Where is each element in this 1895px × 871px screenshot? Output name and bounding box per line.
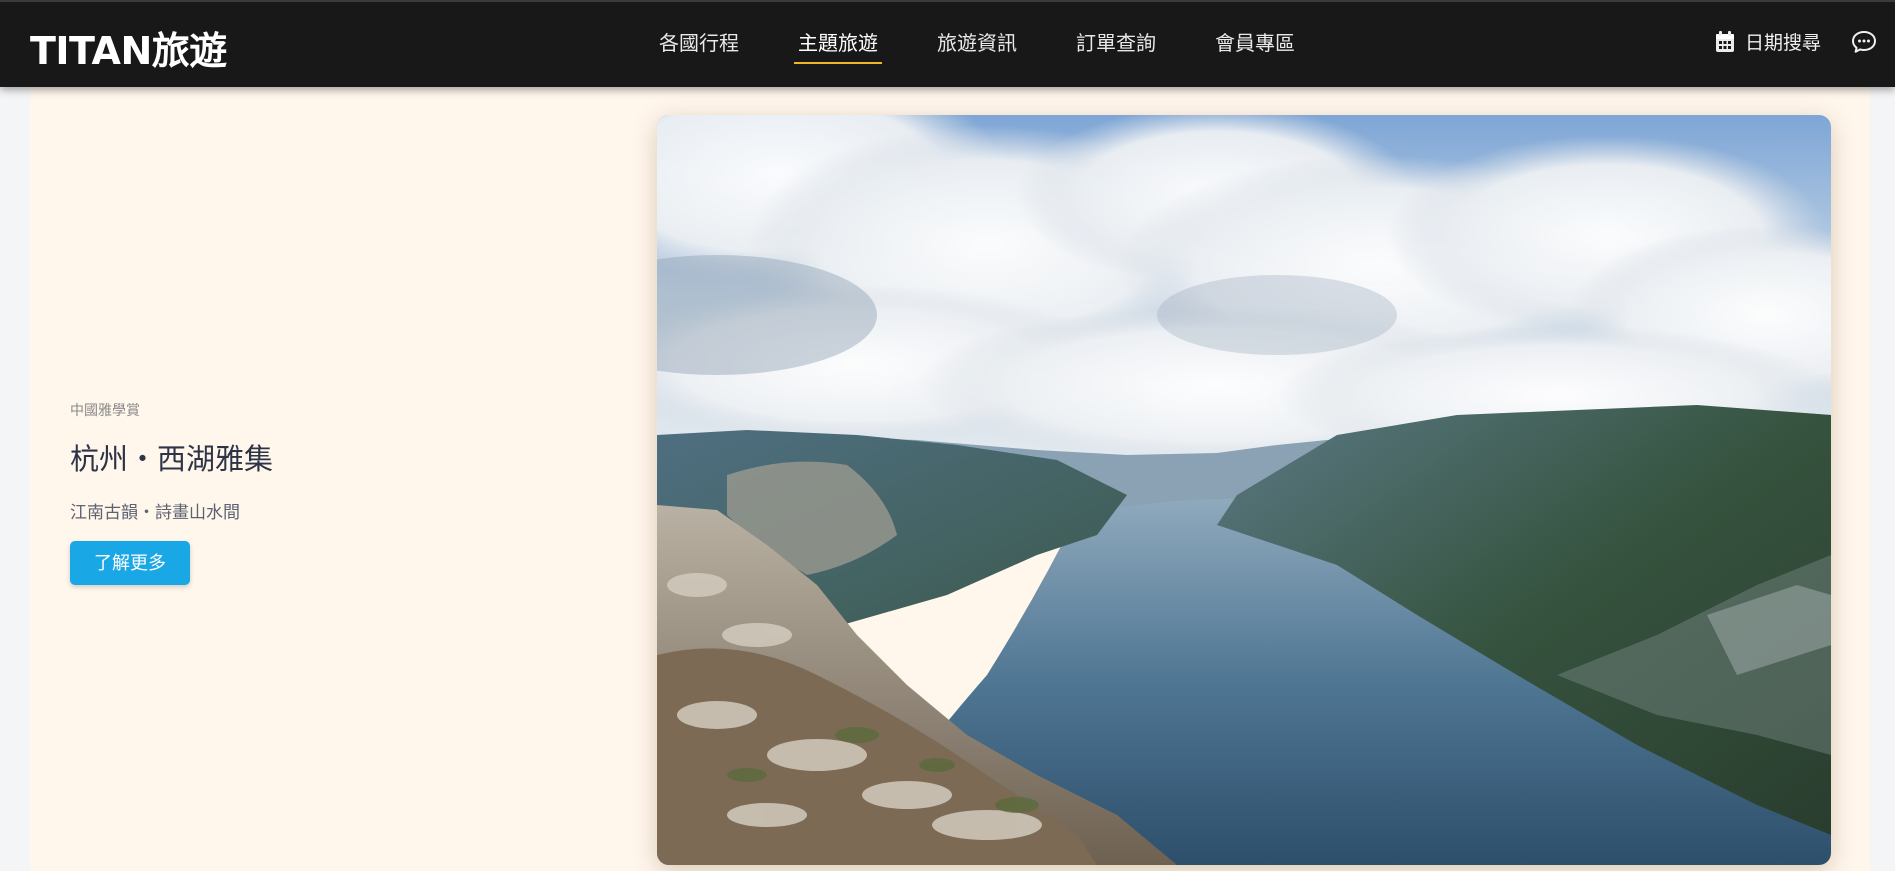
hero-banner: 中國雅學賞 杭州・西湖雅集 江南古韻・詩畫山水間 了解更多 xyxy=(30,87,1870,871)
date-search-label: 日期搜尋 xyxy=(1744,32,1821,54)
hero-eyebrow: 中國雅學賞 xyxy=(70,403,140,419)
hero-text-block: 中國雅學賞 杭州・西湖雅集 江南古韻・詩畫山水間 了解更多 xyxy=(70,400,590,585)
date-search-button[interactable]: 日期搜尋 xyxy=(1715,28,1821,55)
chat-bubble-icon xyxy=(1852,30,1876,53)
nav-item-order-lookup[interactable]: 訂單查詢 xyxy=(1072,26,1160,64)
hero-image[interactable] xyxy=(657,115,1831,865)
fjord-landscape-image xyxy=(657,115,1831,865)
brand-logo[interactable]: TITAN旅遊 xyxy=(30,20,227,75)
nav-item-theme-travel[interactable]: 主題旅遊 xyxy=(794,26,882,64)
nav-item-travel-info[interactable]: 旅遊資訊 xyxy=(933,26,1021,64)
nav-item-country-tours[interactable]: 各國行程 xyxy=(655,26,743,64)
nav-item-member-area[interactable]: 會員專區 xyxy=(1211,26,1299,64)
learn-more-button[interactable]: 了解更多 xyxy=(70,541,190,585)
calendar-icon xyxy=(1715,30,1734,52)
hero-subtitle: 江南古韻・詩畫山水間 xyxy=(70,503,240,523)
chat-button[interactable] xyxy=(1851,30,1877,54)
hero-title: 杭州・西湖雅集 xyxy=(70,442,274,476)
top-navigation-bar: TITAN旅遊 各國行程 主題旅遊 旅遊資訊 訂單查詢 會員專區 日期搜尋 xyxy=(0,0,1895,87)
header-tools: 日期搜尋 xyxy=(1715,28,1877,55)
main-nav: 各國行程 主題旅遊 旅遊資訊 訂單查詢 會員專區 xyxy=(655,26,1350,64)
